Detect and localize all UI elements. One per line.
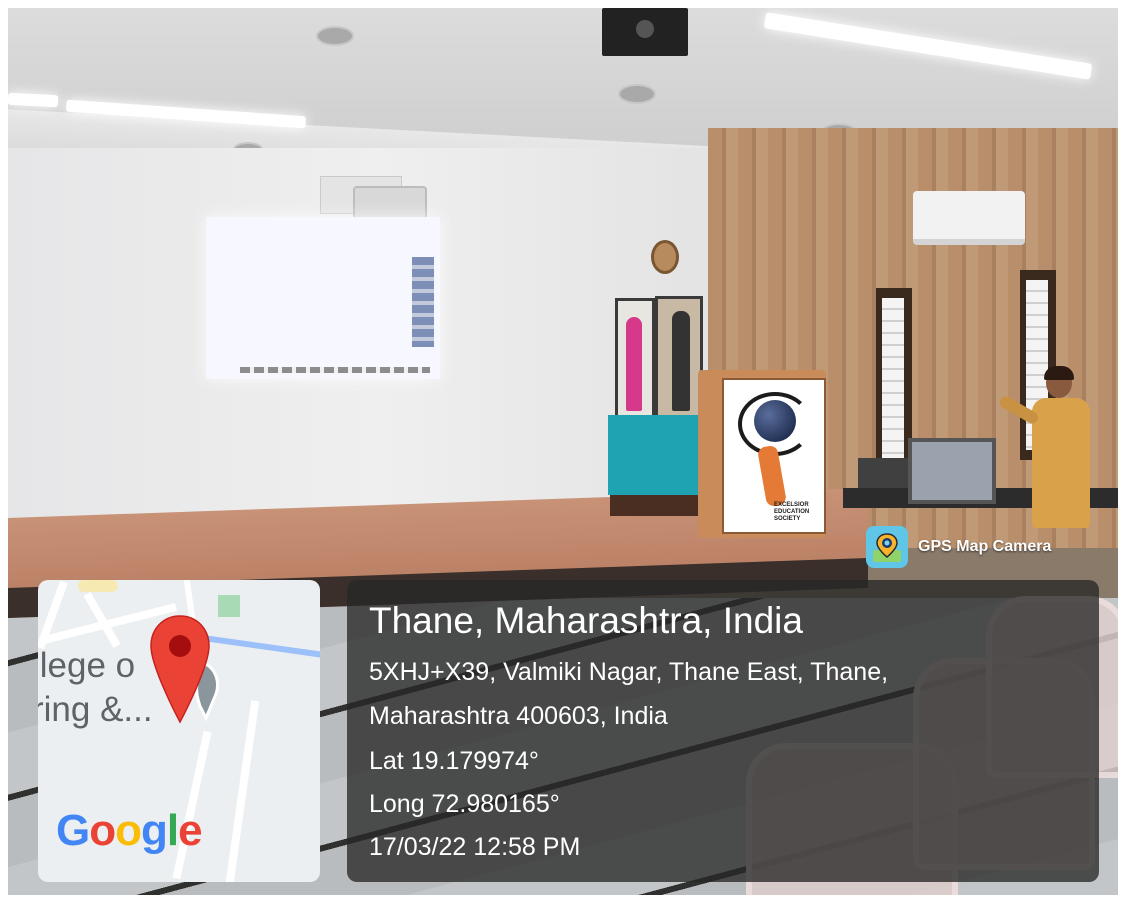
- wall-clock: [651, 240, 679, 274]
- presenter-body: [1032, 398, 1090, 528]
- projected-taskbar: [240, 367, 430, 373]
- poster-figure: [626, 317, 642, 411]
- poster-figure: [672, 311, 690, 411]
- gps-map-camera-badge: GPS Map Camera: [866, 524, 1051, 570]
- ceiling-light: [8, 92, 59, 108]
- ceiling-downlight: [618, 84, 656, 104]
- map-road: [172, 730, 212, 880]
- standee-poster: [655, 296, 703, 420]
- address-line-2: Maharashtra 400603, India: [369, 702, 668, 730]
- door-window: [882, 298, 904, 468]
- logo-globe: [754, 400, 796, 442]
- desktop-computer: [858, 458, 908, 488]
- projected-screen: [206, 217, 440, 379]
- map-road: [224, 700, 260, 882]
- computer-monitor: [908, 438, 996, 504]
- air-conditioner: [913, 191, 1025, 245]
- ceiling-speaker: [602, 8, 688, 56]
- podium: EXCELSIOR EDUCATION SOCIETY: [698, 370, 826, 538]
- address-line-1: 5XHJ+X39, Valmiki Nagar, Thane East, Tha…: [369, 658, 889, 686]
- map-place-label: ring &...: [38, 690, 153, 729]
- location-pin-icon: [150, 615, 210, 724]
- map-place-label: llege o: [38, 646, 136, 685]
- presenter-hair: [1044, 366, 1074, 380]
- side-door: [876, 288, 912, 478]
- table-cloth: [608, 415, 700, 495]
- gps-map-camera-label: GPS Map Camera: [918, 538, 1052, 555]
- map-thumbnail: llege o ring &... Google: [38, 580, 320, 882]
- location-info-card: Thane, Maharashtra, India 5XHJ+X39, Valm…: [347, 580, 1099, 882]
- map-park-area: [218, 595, 240, 617]
- standee-poster: [615, 298, 655, 422]
- latitude-text: Lat 19.179974°: [369, 747, 539, 775]
- gps-map-camera-app-icon-graphic: [869, 529, 905, 565]
- gps-map-camera-app-icon: [866, 526, 908, 568]
- presenter: [997, 366, 1092, 528]
- google-logo: Google: [56, 806, 203, 855]
- timestamp-text: 17/03/22 12:58 PM: [369, 833, 581, 861]
- longitude-text: Long 72.980165°: [369, 790, 560, 818]
- projected-toolbar: [412, 257, 434, 347]
- podium-logo-text: EXCELSIOR EDUCATION SOCIETY: [774, 502, 810, 522]
- ceiling-downlight: [316, 26, 354, 46]
- location-title: Thane, Maharashtra, India: [369, 600, 803, 641]
- projector: [353, 186, 427, 220]
- map-road-yellow: [78, 580, 118, 592]
- podium-logo-board: EXCELSIOR EDUCATION SOCIETY: [722, 378, 826, 534]
